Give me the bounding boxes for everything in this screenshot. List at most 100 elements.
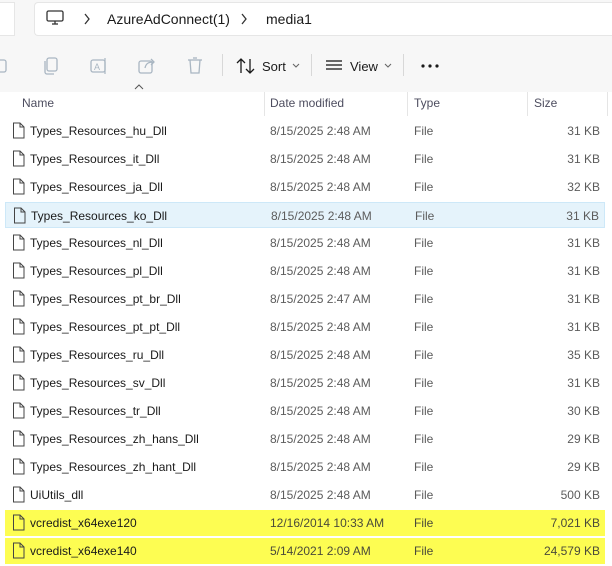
file-date-modified: 8/15/2025 2:48 AM (270, 236, 371, 250)
file-row[interactable]: Types_Resources_pt_br_Dll 8/15/2025 2:47 … (5, 286, 605, 312)
file-icon (13, 262, 25, 279)
more-icon[interactable] (421, 64, 439, 68)
file-icon (13, 542, 25, 559)
file-row[interactable]: Types_Resources_pt_pt_Dll 8/15/2025 2:48 … (5, 314, 605, 340)
address-bar-area: AzureAdConnect(1) media1 (0, 0, 612, 38)
file-name: Types_Resources_zh_hans_Dll (30, 432, 199, 446)
file-row[interactable]: UiUtils_dll 8/15/2025 2:48 AM File 500 KB (5, 482, 605, 508)
chevron-right-icon[interactable] (83, 13, 91, 25)
file-type: File (414, 460, 434, 474)
file-icon (13, 122, 25, 139)
file-row[interactable]: Types_Resources_hu_Dll 8/15/2025 2:48 AM F… (5, 118, 605, 144)
column-header-date[interactable]: Date modified (270, 92, 344, 116)
file-name: Types_Resources_pl_Dll (30, 264, 163, 278)
file-name: Types_Resources_nl_Dll (30, 236, 163, 250)
file-date-modified: 8/15/2025 2:48 AM (270, 404, 371, 418)
file-type: File (414, 432, 434, 446)
file-row[interactable]: Types_Resources_ru_Dll 8/15/2025 2:48 AM F… (5, 342, 605, 368)
breadcrumb-media1[interactable]: media1 (266, 11, 312, 27)
column-header-size[interactable]: Size (534, 92, 557, 116)
column-header-name[interactable]: Name (22, 92, 54, 116)
column-header-type[interactable]: Type (414, 92, 440, 116)
file-row[interactable]: vcredist_x64exe140 5/14/2021 2:09 AM File 2… (5, 538, 605, 564)
file-row[interactable]: Types_Resources_zh_hans_Dll 8/15/2025 2:4… (5, 426, 605, 452)
address-bar[interactable]: AzureAdConnect(1) media1 (34, 2, 612, 36)
file-size: 29 KB (567, 432, 600, 446)
file-type: File (414, 152, 434, 166)
column-resize-handle[interactable] (527, 92, 528, 116)
file-icon (14, 207, 26, 224)
file-size: 31 KB (567, 236, 600, 250)
file-row[interactable]: Types_Resources_it_Dll 8/15/2025 2:48 AM F… (5, 146, 605, 172)
file-size: 24,579 KB (543, 544, 600, 558)
file-date-modified: 8/15/2025 2:47 AM (270, 292, 371, 306)
back-area (0, 2, 15, 36)
file-date-modified: 8/15/2025 2:48 AM (270, 152, 371, 166)
sort-label: Sort (262, 58, 286, 74)
file-size: 31 KB (566, 209, 599, 223)
share-icon[interactable] (138, 57, 156, 75)
file-row[interactable]: Types_Resources_zh_hant_Dll 8/15/2025 2:4… (5, 454, 605, 480)
file-row[interactable]: Types_Resources_pl_Dll 8/15/2025 2:48 AM F… (5, 258, 605, 284)
sort-button[interactable]: Sort (236, 54, 300, 78)
toolbar-divider (403, 54, 404, 76)
file-icon (13, 178, 25, 195)
file-row[interactable]: vcredist_x64exe120 12/16/2014 10:33 AM Fil… (5, 510, 605, 536)
file-date-modified: 8/15/2025 2:48 AM (270, 264, 371, 278)
file-icon (13, 374, 25, 391)
file-size: 31 KB (567, 320, 600, 334)
file-type: File (414, 348, 434, 362)
sort-icon (236, 58, 255, 74)
command-bar: A Sort View (0, 38, 612, 92)
file-date-modified: 8/15/2025 2:48 AM (270, 124, 371, 138)
column-header: Name Date modified Type Size (0, 92, 612, 116)
file-date-modified: 5/14/2021 2:09 AM (270, 544, 371, 558)
file-icon (13, 486, 25, 503)
file-icon (13, 290, 25, 307)
file-size: 30 KB (567, 404, 600, 418)
file-type: File (414, 320, 434, 334)
file-name: Types_Resources_pt_pt_Dll (30, 320, 181, 334)
file-name: Types_Resources_zh_hant_Dll (30, 460, 197, 474)
file-row[interactable]: Types_Resources_ko_Dll 8/15/2025 2:48 AM F… (5, 202, 605, 228)
computer-icon[interactable] (46, 10, 64, 26)
file-type: File (414, 124, 434, 138)
file-type: File (415, 209, 435, 223)
file-name: vcredist_x64exe140 (30, 544, 137, 558)
file-icon (13, 346, 25, 363)
file-row[interactable]: Types_Resources_sv_Dll 8/15/2025 2:48 AM F… (5, 370, 605, 396)
file-size: 31 KB (567, 152, 600, 166)
column-resize-handle[interactable] (264, 92, 265, 116)
chevron-down-icon (384, 63, 392, 68)
chevron-down-icon (292, 63, 300, 68)
file-row[interactable]: Types_Resources_ja_Dll 8/15/2025 2:48 AM F… (5, 174, 605, 200)
file-date-modified: 8/15/2025 2:48 AM (270, 432, 371, 446)
file-date-modified: 8/15/2025 2:48 AM (271, 209, 372, 223)
file-type: File (414, 544, 434, 558)
file-row[interactable]: Types_Resources_tr_Dll 8/15/2025 2:48 AM F… (5, 398, 605, 424)
file-type: File (414, 180, 434, 194)
file-date-modified: 8/15/2025 2:48 AM (270, 320, 371, 334)
file-size: 35 KB (567, 348, 600, 362)
file-size: 31 KB (567, 376, 600, 390)
file-name: UiUtils_dll (30, 488, 84, 502)
file-name: Types_Resources_pt_br_Dll (30, 292, 181, 306)
file-icon (13, 430, 25, 447)
breadcrumb-azureadconnect[interactable]: AzureAdConnect(1) (107, 11, 230, 27)
chevron-right-icon[interactable] (240, 13, 248, 25)
column-resize-handle[interactable] (407, 92, 408, 116)
file-icon (13, 458, 25, 475)
file-name: Types_Resources_tr_Dll (30, 404, 161, 418)
file-date-modified: 8/15/2025 2:48 AM (270, 488, 371, 502)
toolbar-divider (222, 54, 223, 76)
column-resize-handle[interactable] (607, 92, 608, 116)
rename-icon[interactable]: A (90, 57, 108, 75)
cut-icon[interactable] (0, 57, 8, 75)
file-date-modified: 8/15/2025 2:48 AM (270, 460, 371, 474)
file-size: 31 KB (567, 264, 600, 278)
file-name: Types_Resources_sv_Dll (30, 376, 166, 390)
copy-icon[interactable] (42, 57, 60, 75)
view-button[interactable]: View (325, 54, 392, 78)
delete-icon[interactable] (187, 57, 203, 75)
file-row[interactable]: Types_Resources_nl_Dll 8/15/2025 2:48 AM F… (5, 230, 605, 256)
